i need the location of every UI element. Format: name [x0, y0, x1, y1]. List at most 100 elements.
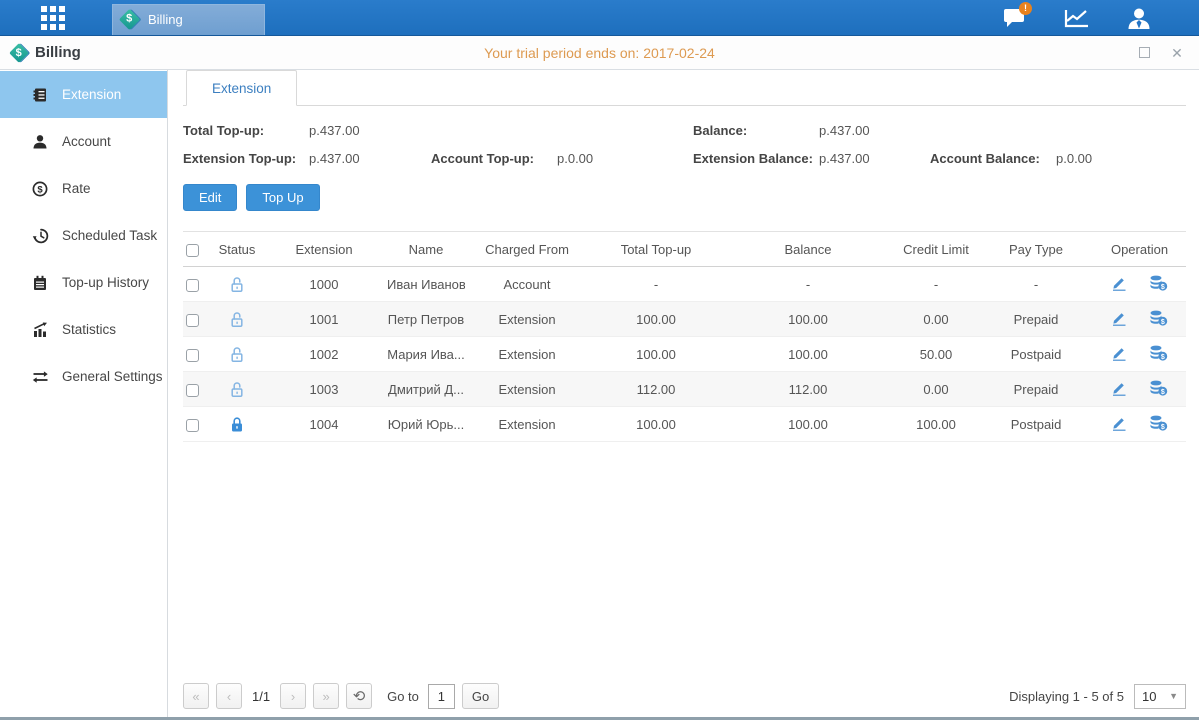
cell-name: Мария Ива...	[387, 337, 465, 372]
table-row: 1004 Юрий Юрь... Extension 100.00 100.00…	[183, 407, 1186, 442]
sidebar-item-label: Statistics	[62, 322, 116, 337]
sidebar-item-general-settings[interactable]: General Settings	[0, 353, 167, 400]
goto-label: Go to	[387, 689, 419, 704]
total-topup-label: Total Top-up:	[183, 123, 309, 138]
app-grid-icon[interactable]	[38, 3, 68, 33]
displaying-text: Displaying 1 - 5 of 5	[1009, 689, 1124, 704]
cell-charged-from: Extension	[465, 407, 589, 442]
cell-extension: 1001	[261, 302, 387, 337]
cell-pay-type: Prepaid	[979, 372, 1093, 407]
topbar-tab-label: Billing	[148, 12, 183, 27]
chevron-down-icon: ▼	[1169, 691, 1178, 701]
cell-charged-from: Extension	[465, 372, 589, 407]
extension-status-lock-icon	[229, 345, 245, 360]
topbar-tab-billing[interactable]: $ Billing	[112, 4, 265, 35]
col-total-topup: Total Top-up	[589, 232, 723, 267]
edit-row-icon[interactable]	[1111, 345, 1127, 364]
edit-row-icon[interactable]	[1111, 380, 1127, 399]
goto-page-input[interactable]	[428, 684, 455, 709]
pagination-bar: « ‹ 1/1 › » ⟲ Go to Go Displaying 1 - 5 …	[183, 683, 1186, 709]
row-checkbox[interactable]	[186, 419, 199, 432]
row-checkbox[interactable]	[186, 349, 199, 362]
col-balance: Balance	[723, 232, 893, 267]
topup-row-icon[interactable]: $	[1149, 310, 1168, 329]
close-icon[interactable]: ✕	[1169, 46, 1185, 60]
col-credit-limit: Credit Limit	[893, 232, 979, 267]
cell-balance: 100.00	[723, 407, 893, 442]
page-size-select[interactable]: 10 ▼	[1134, 684, 1186, 709]
cell-extension: 1000	[261, 267, 387, 302]
cell-pay-type: Postpaid	[979, 407, 1093, 442]
col-name: Name	[387, 232, 465, 267]
notifications-icon[interactable]: !	[1001, 6, 1029, 30]
cell-total-topup: -	[589, 267, 723, 302]
svg-text:$: $	[1161, 283, 1165, 290]
table-header-row: Status Extension Name Charged From Total…	[183, 232, 1186, 267]
reports-chart-icon[interactable]	[1063, 6, 1091, 30]
edit-row-icon[interactable]	[1111, 310, 1127, 329]
col-status: Status	[213, 232, 261, 267]
cell-balance: 100.00	[723, 337, 893, 372]
top-up-button[interactable]: Top Up	[246, 184, 319, 211]
extension-status-lock-icon	[229, 275, 245, 290]
topup-row-icon[interactable]: $	[1149, 415, 1168, 434]
extension-balance-value: p.437.00	[819, 151, 870, 166]
first-page-icon[interactable]: «	[183, 683, 209, 709]
go-button[interactable]: Go	[462, 683, 499, 709]
refresh-icon[interactable]: ⟲	[346, 683, 372, 709]
total-topup-value: p.437.00	[309, 123, 360, 138]
maximize-icon[interactable]	[1136, 46, 1152, 60]
window-titlebar: $ Billing Your trial period ends on: 201…	[0, 36, 1199, 70]
row-checkbox[interactable]	[186, 279, 199, 292]
sidebar-item-rate[interactable]: $ Rate	[0, 165, 167, 212]
tab-extension[interactable]: Extension	[186, 70, 297, 106]
edit-button[interactable]: Edit	[183, 184, 237, 211]
prev-page-icon[interactable]: ‹	[216, 683, 242, 709]
cell-total-topup: 100.00	[589, 337, 723, 372]
extension-status-lock-icon	[229, 310, 245, 325]
balance-value: p.437.00	[819, 123, 870, 138]
sidebar-item-topup-history[interactable]: Top-up History	[0, 259, 167, 306]
select-all-checkbox[interactable]	[186, 244, 199, 257]
cell-name: Дмитрий Д...	[387, 372, 465, 407]
table-row: 1003 Дмитрий Д... Extension 112.00 112.0…	[183, 372, 1186, 407]
edit-row-icon[interactable]	[1111, 275, 1127, 294]
cell-balance: 100.00	[723, 302, 893, 337]
col-operation: Operation	[1093, 232, 1186, 267]
cell-name: Юрий Юрь...	[387, 407, 465, 442]
svg-text:$: $	[1161, 318, 1165, 325]
sidebar-item-account[interactable]: Account	[0, 118, 167, 165]
cell-credit-limit: 50.00	[893, 337, 979, 372]
sidebar-item-extension[interactable]: Extension	[0, 71, 167, 118]
billing-app-icon: $	[119, 9, 140, 30]
page-indicator: 1/1	[252, 689, 270, 704]
topup-row-icon[interactable]: $	[1149, 275, 1168, 294]
cell-charged-from: Account	[465, 267, 589, 302]
tab-strip: Extension	[183, 70, 1186, 106]
extension-status-lock-icon	[229, 380, 245, 395]
notification-badge: !	[1019, 2, 1032, 15]
sidebar-item-statistics[interactable]: Statistics	[0, 306, 167, 353]
sidebar-item-scheduled-task[interactable]: Scheduled Task	[0, 212, 167, 259]
table-row: 1002 Мария Ива... Extension 100.00 100.0…	[183, 337, 1186, 372]
rate-icon: $	[31, 180, 49, 197]
cell-total-topup: 100.00	[589, 407, 723, 442]
cell-extension: 1002	[261, 337, 387, 372]
cell-charged-from: Extension	[465, 337, 589, 372]
cell-credit-limit: 0.00	[893, 302, 979, 337]
col-pay-type: Pay Type	[979, 232, 1093, 267]
row-checkbox[interactable]	[186, 314, 199, 327]
topup-row-icon[interactable]: $	[1149, 345, 1168, 364]
cell-name: Иван Иванов	[387, 267, 465, 302]
cell-pay-type: Postpaid	[979, 337, 1093, 372]
extension-topup-label: Extension Top-up:	[183, 151, 309, 166]
cell-balance: 112.00	[723, 372, 893, 407]
extension-table: Status Extension Name Charged From Total…	[183, 231, 1186, 442]
account-balance-label: Account Balance:	[930, 151, 1056, 166]
topup-row-icon[interactable]: $	[1149, 380, 1168, 399]
last-page-icon[interactable]: »	[313, 683, 339, 709]
user-account-icon[interactable]	[1125, 6, 1153, 30]
next-page-icon[interactable]: ›	[280, 683, 306, 709]
edit-row-icon[interactable]	[1111, 415, 1127, 434]
row-checkbox[interactable]	[186, 384, 199, 397]
